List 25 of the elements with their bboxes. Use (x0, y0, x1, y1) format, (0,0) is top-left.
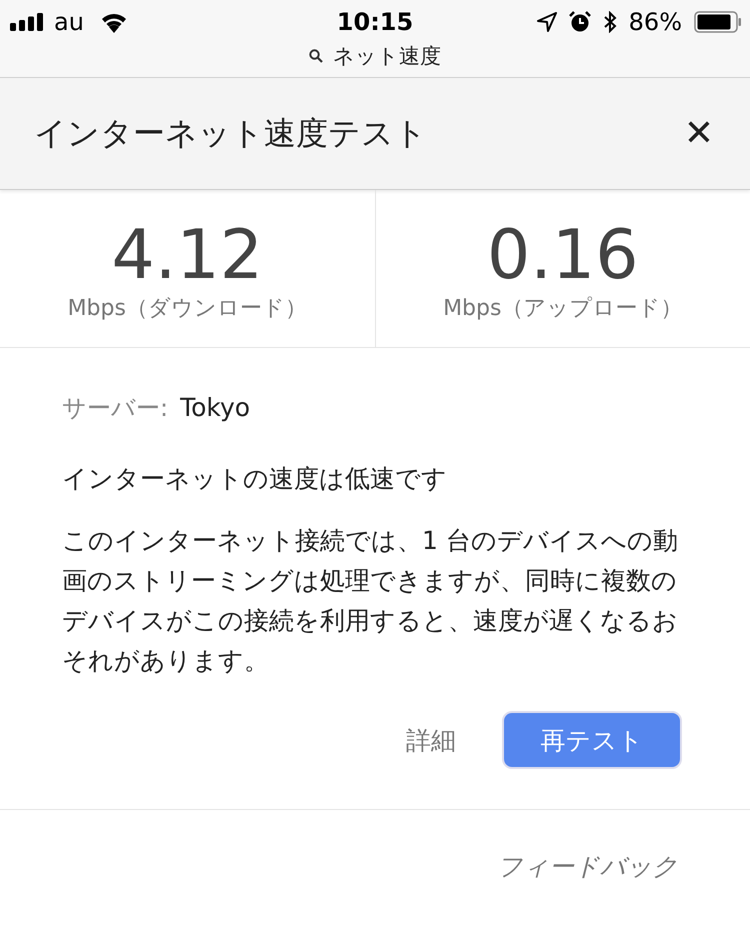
description-text: このインターネット接続では、1 台のデバイスへの動画のストリーミングは処理できますが、同時に複数のデバイスがこの接続を利用すると、速度が遅くなるおそれがあります。 (62, 525, 679, 677)
speed-value: 0.16 (487, 220, 638, 290)
card-title: インターネット速度テスト (34, 112, 427, 154)
signal-icon (10, 13, 44, 31)
carrier-name: au (54, 8, 84, 36)
battery-percent: 86% (628, 8, 682, 36)
speed-value: 4.12 (112, 220, 263, 290)
wifi-icon (100, 11, 128, 33)
alarm-clock-icon (568, 11, 591, 33)
speed-unit: Mbps（ダウンロード） (68, 294, 307, 322)
clock-time: 10:15 (336, 8, 414, 36)
speed-unit: Mbps（アップロード） (443, 294, 682, 322)
location-arrow-icon (536, 12, 557, 32)
search-query: ネット速度 (333, 43, 441, 70)
server-name: Tokyo (180, 393, 250, 422)
close-button[interactable]: ✕ (678, 113, 720, 154)
address-bar[interactable]: ネット速度 (300, 42, 450, 70)
search-icon (309, 49, 323, 63)
battery-icon (694, 11, 742, 33)
retest-button[interactable]: 再テスト (502, 711, 682, 769)
details-button[interactable]: 詳細 (406, 724, 456, 756)
speed-verdict: インターネットの速度は低速です (62, 463, 448, 495)
bluetooth-icon (602, 11, 617, 33)
feedback-link[interactable]: フィードバック (497, 850, 678, 883)
server-label: サーバー: (62, 393, 168, 424)
